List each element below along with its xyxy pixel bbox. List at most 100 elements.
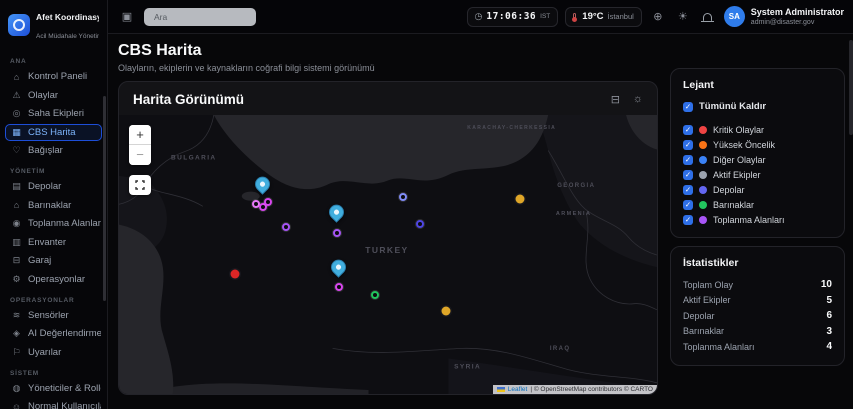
map-marker-pin[interactable]: [255, 177, 271, 193]
checkbox-checked-icon[interactable]: [683, 155, 693, 165]
sidebar-item-normal-kullanicilar[interactable]: ☺ Normal Kullanıcılar: [5, 398, 102, 409]
print-icon[interactable]: ⊟: [611, 93, 620, 106]
admins-icon: ◍: [11, 383, 22, 394]
notifications-bell-icon[interactable]: [699, 8, 717, 26]
fullscreen-icon: [135, 180, 145, 190]
legend-item-label: Toplanma Alanları: [713, 215, 785, 225]
stat-value: 3: [826, 326, 832, 337]
legend-item-toplanma-alanlari[interactable]: Toplanma Alanları: [683, 212, 832, 227]
map-settings-icon[interactable]: ☼: [633, 93, 643, 106]
map-marker-ring[interactable]: [333, 229, 341, 237]
sidebar-item-sensorler[interactable]: ≋ Sensörler: [5, 307, 102, 324]
stat-label: Toplanma Alanları: [683, 342, 755, 352]
thermometer-icon: [573, 13, 576, 21]
legend-item-yuksek-oncelik[interactable]: Yüksek Öncelik: [683, 137, 832, 152]
stat-row-toplanma-alanlari: Toplanma Alanları 4: [683, 339, 832, 355]
app-subtitle: Acil Müdahale Yönetim Sist...: [36, 33, 99, 40]
sidebar-item-depolar[interactable]: ▤ Depolar: [5, 178, 102, 195]
app-logo-icon: [8, 14, 30, 36]
map-marker-dot[interactable]: [230, 270, 239, 279]
stat-row-depolar: Depolar 6: [683, 308, 832, 324]
sidebar: Afet Koordinasyon Pla... Acil Müdahale Y…: [0, 0, 108, 409]
checkbox-checked-icon[interactable]: [683, 140, 693, 150]
map-marker-dot[interactable]: [516, 195, 525, 204]
checkbox-checked-icon[interactable]: [683, 125, 693, 135]
map-marker-dot[interactable]: [441, 306, 450, 315]
ukraine-flag-icon: [497, 387, 505, 393]
legend-item-kritik-olaylar[interactable]: Kritik Olaylar: [683, 122, 832, 137]
user-menu[interactable]: SA System Administrator admin@disaster.g…: [724, 6, 844, 27]
sidebar-item-envanter[interactable]: ▥ Envanter: [5, 234, 102, 251]
map-card-title: Harita Görünümü: [133, 92, 244, 107]
zoom-out-button[interactable]: −: [129, 145, 151, 165]
legend-item-depolar[interactable]: Depolar: [683, 182, 832, 197]
sidebar-item-barinaklar[interactable]: ⌂ Barınaklar: [5, 197, 102, 214]
sidebar-item-label: Bağışlar: [28, 145, 63, 156]
main-area: ▣ ◷ 17:06:36 IST 19°C İstanbul ⊕ ☀: [108, 0, 853, 409]
zoom-in-button[interactable]: +: [129, 125, 151, 145]
legend-master-toggle[interactable]: Tümünü Kaldır: [683, 99, 832, 114]
checkbox-checked-icon[interactable]: [683, 102, 693, 112]
sidebar-item-cbs-harita[interactable]: ▦ CBS Harita: [5, 124, 102, 141]
sidebar-scrollbar[interactable]: [103, 96, 106, 301]
theme-sun-icon[interactable]: ☀: [674, 8, 692, 26]
checkbox-checked-icon[interactable]: [683, 215, 693, 225]
checkbox-checked-icon[interactable]: [683, 170, 693, 180]
stat-label: Aktif Ekipler: [683, 295, 731, 305]
map-markers-layer: [119, 115, 657, 394]
legend-item-aktif-ekipler[interactable]: Aktif Ekipler: [683, 167, 832, 182]
stat-row-aktif-ekipler: Aktif Ekipler 5: [683, 293, 832, 309]
map-canvas[interactable]: BULGARIAKARACHAY-CHERKESSIAGEORGIAARMENI…: [119, 115, 657, 394]
map-marker-pin[interactable]: [331, 260, 347, 276]
garage-icon: ⊟: [11, 255, 22, 266]
home-icon: ⌂: [11, 72, 22, 82]
sidebar-item-ai-degerlendirme[interactable]: ◈ AI Değerlendirme: [5, 325, 102, 342]
fullscreen-button[interactable]: [129, 175, 151, 195]
sidebar-item-kontrol-paneli[interactable]: ⌂ Kontrol Paneli: [5, 68, 102, 85]
sidebar-toggle-icon[interactable]: ▣: [118, 8, 136, 26]
map-marker-ring[interactable]: [399, 193, 407, 201]
legend-item-label: Diğer Olaylar: [713, 155, 766, 165]
attribution-text: | © OpenStreetMap contributors © CARTO: [530, 386, 653, 393]
search-box: [144, 7, 256, 26]
map-marker-ring[interactable]: [371, 291, 379, 299]
map-marker-ring[interactable]: [282, 223, 290, 231]
temperature-value: 19°C: [582, 11, 603, 22]
map-marker-ring[interactable]: [264, 198, 272, 206]
content: CBS Harita Olayların, ekiplerin ve kayna…: [108, 34, 853, 409]
avatar[interactable]: SA: [724, 6, 745, 27]
legend-item-label: Kritik Olaylar: [713, 125, 764, 135]
sidebar-item-olaylar[interactable]: ⚠ Olaylar: [5, 87, 102, 104]
page-title: CBS Harita: [118, 42, 658, 60]
globe-icon[interactable]: ⊕: [649, 8, 667, 26]
sidebar-item-operasyonlar[interactable]: ⚙ Operasyonlar: [5, 271, 102, 288]
legend-item-diger-olaylar[interactable]: Diğer Olaylar: [683, 152, 832, 167]
app-logo-block[interactable]: Afet Koordinasyon Pla... Acil Müdahale Y…: [0, 0, 107, 49]
sidebar-item-bagislar[interactable]: ♡ Bağışlar: [5, 142, 102, 159]
legend-dot-green: [699, 201, 707, 209]
map-marker-pin[interactable]: [329, 205, 345, 221]
legend-dot-orange: [699, 141, 707, 149]
search-input[interactable]: [144, 8, 256, 26]
sidebar-item-garaj[interactable]: ⊟ Garaj: [5, 252, 102, 269]
checkbox-checked-icon[interactable]: [683, 200, 693, 210]
map-marker-ring[interactable]: [416, 220, 424, 228]
topbar: ▣ ◷ 17:06:36 IST 19°C İstanbul ⊕ ☀: [108, 0, 853, 34]
map-marker-ring[interactable]: [335, 283, 343, 291]
sidebar-item-toplanma-alanlari[interactable]: ◉ Toplanma Alanları: [5, 215, 102, 232]
sidebar-item-saha-ekipleri[interactable]: ◎ Saha Ekipleri: [5, 105, 102, 122]
leaflet-link[interactable]: Leaflet: [508, 386, 528, 393]
main-scrollbar[interactable]: [849, 40, 853, 135]
checkbox-checked-icon[interactable]: [683, 185, 693, 195]
sidebar-item-uyarilar[interactable]: ⚐ Uyarılar: [5, 344, 102, 361]
warehouse-icon: ▤: [11, 181, 22, 192]
sidebar-item-yoneticiler-roller[interactable]: ◍ Yöneticiler & Roller: [5, 380, 102, 397]
legend-title: Lejant: [683, 79, 832, 91]
sidebar-item-label: Garaj: [28, 255, 51, 266]
ai-icon: ◈: [11, 328, 22, 339]
sidebar-item-label: Uyarılar: [28, 347, 61, 358]
assembly-area-icon: ◉: [11, 218, 22, 229]
legend-dot-gray: [699, 171, 707, 179]
stat-value: 5: [826, 295, 832, 306]
legend-item-barinaklar[interactable]: Barınaklar: [683, 197, 832, 212]
